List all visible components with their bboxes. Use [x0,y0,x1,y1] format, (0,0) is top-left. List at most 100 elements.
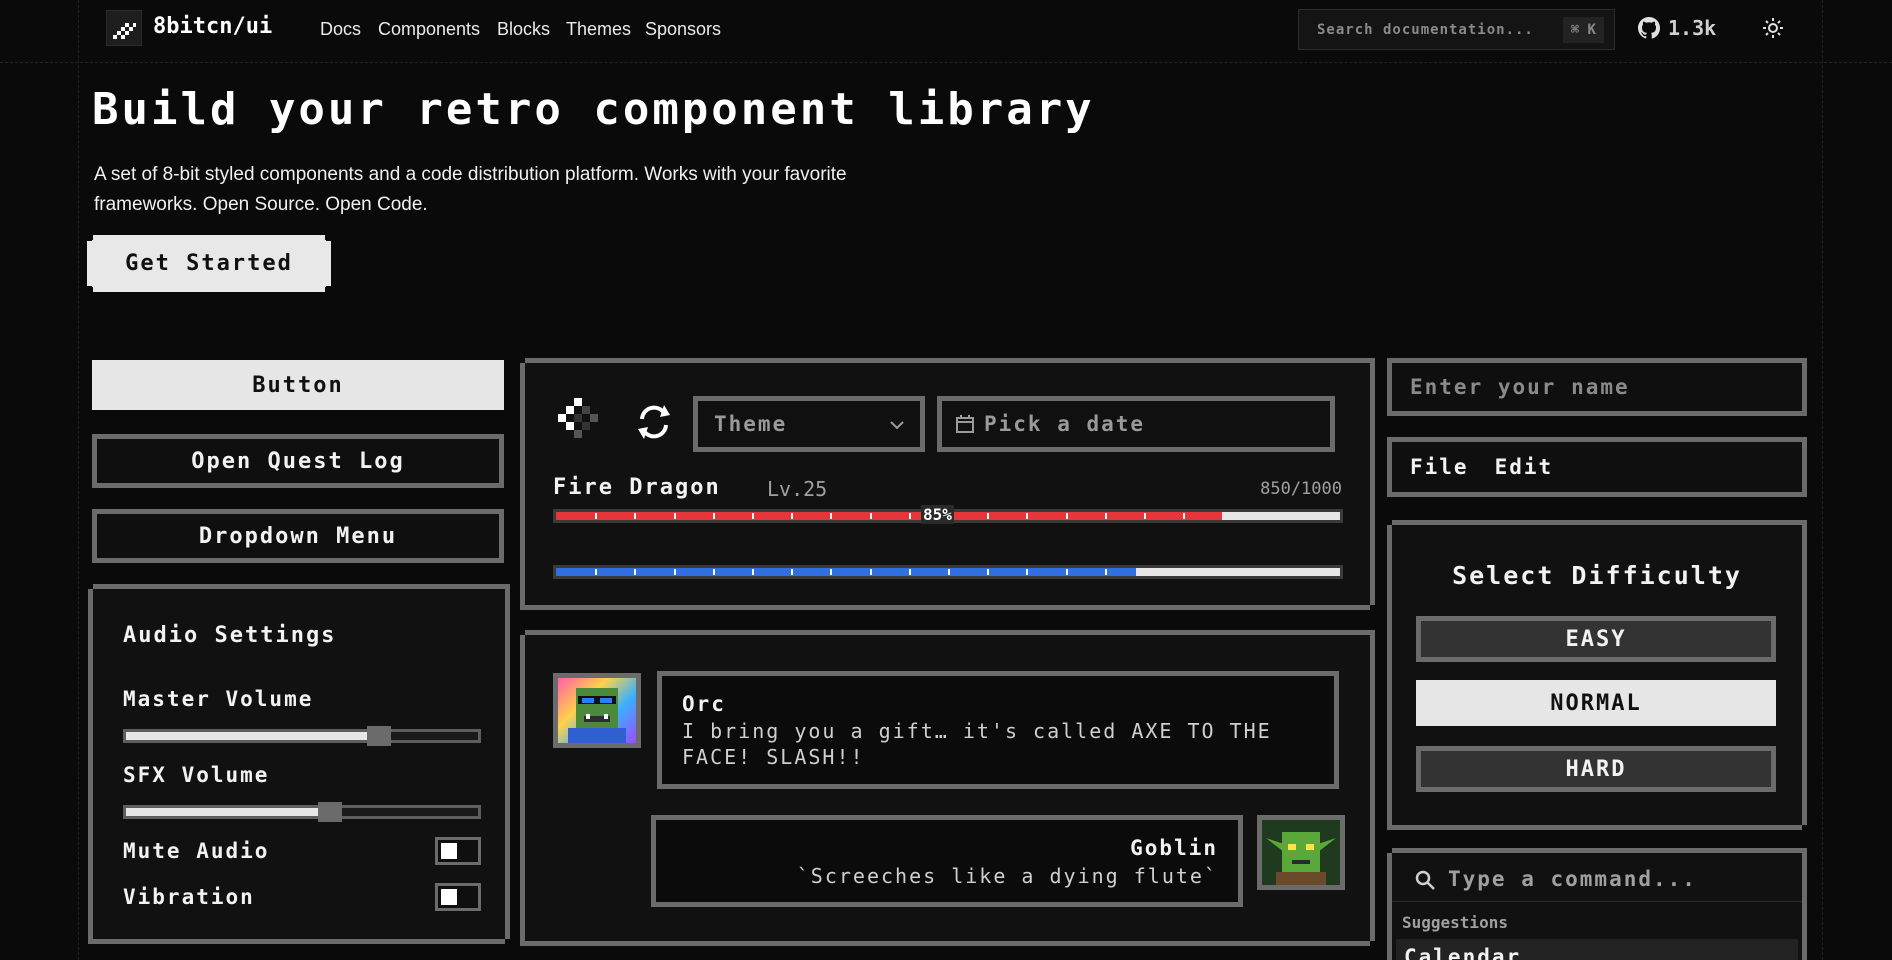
bar-segment-tick [1104,513,1107,519]
bar-segment-tick [634,569,637,575]
theme-select-value: Theme [714,412,788,436]
nav-link-themes[interactable]: Themes [566,19,631,40]
brand-name[interactable]: 8bitcn/ui [153,14,272,39]
date-placeholder: Pick a date [984,412,1146,436]
orc-message: I bring you a gift… it's called AXE TO T… [682,719,1272,769]
top-nav: 8bitcn/ui Docs Components Blocks Themes … [0,0,1892,60]
mute-audio-toggle[interactable] [435,837,481,865]
nav-link-components[interactable]: Components [378,19,480,40]
name-input-placeholder: Enter your name [1410,375,1630,399]
bar-segment-tick [908,569,911,575]
theme-toggle-sun-icon[interactable] [1762,17,1784,39]
mute-audio-label: Mute Audio [123,839,270,863]
master-volume-thumb[interactable] [367,726,392,746]
goblin-portrait-icon [1266,832,1336,885]
master-volume-label: Master Volume [123,687,314,711]
logo[interactable] [106,10,142,46]
nav-link-docs[interactable]: Docs [320,19,361,40]
enemy-hp-count: 850/1000 [1260,479,1342,499]
bar-segment-tick [595,569,598,575]
theme-select[interactable]: Theme [693,396,925,452]
bar-segment-tick [1065,569,1068,575]
bar-segment-tick [830,569,833,575]
github-stars: 1.3k [1668,16,1717,40]
vibration-label: Vibration [123,885,255,909]
frame-line-right [1822,0,1823,960]
chevron-down-icon [890,421,904,430]
audio-settings-title: Audio Settings [123,623,337,648]
dropdown-menu-button[interactable]: Dropdown Menu [92,509,504,563]
difficulty-easy-button[interactable]: EASY [1416,616,1776,662]
logo-slash-icon [113,23,136,39]
goblin-speaker-name: Goblin [1130,836,1218,860]
sfx-volume-label: SFX Volume [123,763,270,787]
health-bar-fill [556,512,1223,520]
refresh-icon[interactable] [634,403,674,441]
open-quest-log-button[interactable]: Open Quest Log [92,434,504,488]
pixel-diamond-icon [558,398,598,438]
goblin-message: `Screeches like a dying flute` [796,864,1218,888]
date-picker[interactable]: Pick a date [937,396,1335,452]
calendar-icon [956,415,974,433]
health-percent-label: 85% [921,505,954,524]
difficulty-normal-button[interactable]: NORMAL [1416,680,1776,726]
menu-edit[interactable]: Edit [1495,455,1554,479]
difficulty-title: Select Difficulty [1452,561,1742,590]
vibration-toggle-knob [441,889,457,905]
hero-description: A set of 8-bit styled components and a c… [94,164,847,215]
mana-bar-fill [556,568,1137,576]
bar-segment-tick [908,513,911,519]
search-icon [1415,870,1435,890]
orc-portrait-icon [568,688,626,743]
search-placeholder: Search documentation... [1317,22,1534,38]
github-icon [1638,17,1660,39]
search-shortcut-badge: ⌘ K [1562,17,1604,43]
bar-segment-tick [752,569,754,575]
bar-segment-tick [1183,513,1186,519]
menu-file[interactable]: File [1410,455,1469,479]
bar-segment-tick [752,513,754,519]
bar-segment-tick [634,513,637,519]
frame-line-top [0,62,1892,63]
bar-segment-tick [869,513,872,519]
bar-segment-tick [791,513,794,519]
goblin-speech-bubble: Goblin `Screeches like a dying flute` [651,815,1243,907]
bar-segment-tick [830,513,833,519]
sfx-volume-slider[interactable] [123,802,481,822]
github-link[interactable]: 1.3k [1638,16,1716,40]
orc-speech-bubble: Orc I bring you a gift… it's called AXE … [657,671,1339,789]
audio-settings-card: Audio Settings Master Volume SFX Volume … [88,584,510,944]
frame-line-left [78,0,79,960]
vibration-toggle[interactable] [435,883,481,911]
dialogue-card: Orc I bring you a gift… it's called AXE … [520,630,1375,946]
game-hud-card: Theme Pick a date Fire Dragon Lv.25 850/… [520,358,1375,610]
goblin-avatar [1257,815,1345,890]
bar-segment-tick [712,513,715,519]
orc-avatar [553,673,641,748]
nav-link-sponsors[interactable]: Sponsors [645,19,721,40]
mana-bar [553,565,1343,579]
master-volume-slider[interactable] [123,726,481,746]
suggestion-item-calendar[interactable]: Calendar [1396,939,1798,960]
bar-segment-tick [1065,513,1068,519]
get-started-button[interactable]: Get Started [92,240,326,287]
master-volume-fill [126,732,380,740]
bar-segment-tick [987,569,990,575]
suggestion-label: Calendar [1404,945,1522,960]
primary-button[interactable]: Button [92,360,504,410]
difficulty-hard-button[interactable]: HARD [1416,746,1776,792]
suggestions-heading: Suggestions [1402,913,1508,932]
bar-segment-tick [673,513,676,519]
search-input[interactable]: Search documentation... ⌘ K [1298,9,1615,50]
enemy-level: Lv.25 [767,477,828,501]
name-input[interactable]: Enter your name [1387,358,1807,416]
orc-speaker-name: Orc [682,692,726,716]
command-input[interactable]: Type a command... [1448,867,1697,891]
menubar: File Edit [1387,437,1807,497]
sfx-volume-thumb[interactable] [318,802,343,822]
command-divider [1392,901,1802,902]
bar-segment-tick [869,569,872,575]
bar-segment-tick [1026,569,1029,575]
nav-link-blocks[interactable]: Blocks [497,19,550,40]
mute-toggle-knob [441,843,457,859]
